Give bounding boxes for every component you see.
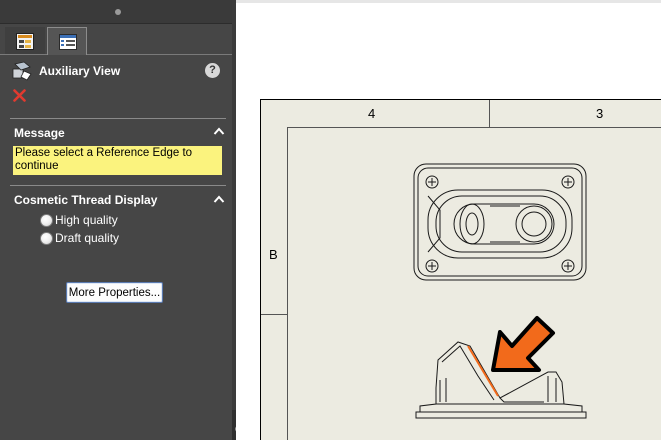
message-group-title: Message: [14, 126, 65, 140]
graphics-top-strip: [236, 0, 661, 3]
cosmetic-thread-group-title: Cosmetic Thread Display: [14, 193, 158, 207]
drawing-views: [413, 163, 587, 419]
page-title: Auxiliary View: [39, 64, 121, 78]
radio-label: Draft quality: [55, 231, 120, 245]
cancel-close-icon[interactable]: [13, 89, 26, 102]
chevron-up-icon[interactable]: [213, 126, 225, 136]
tab-propertymanager[interactable]: [47, 27, 87, 55]
divider: [10, 118, 226, 119]
tab-featuremanager[interactable]: [5, 27, 45, 54]
radio-button[interactable]: [40, 232, 53, 245]
divider: [10, 185, 226, 186]
panel-grip-icon[interactable]: [115, 9, 121, 15]
message-box: Please select a Reference Edge to contin…: [13, 146, 222, 175]
auxiliary-view-icon: [12, 61, 32, 81]
property-manager-icon: [59, 34, 77, 50]
property-manager-panel: Auxiliary View ? Message Please select a…: [0, 0, 236, 440]
callout-arrow-icon: [491, 316, 555, 372]
more-properties-button[interactable]: More Properties...: [66, 282, 163, 303]
radio-label: High quality: [55, 213, 118, 227]
chevron-up-icon[interactable]: [213, 194, 225, 204]
help-icon[interactable]: ?: [205, 63, 220, 78]
feature-tree-icon: [16, 33, 34, 50]
panel-tabs: [0, 24, 236, 55]
panel-top-bar: [0, 0, 236, 24]
top-view[interactable]: [413, 163, 587, 281]
radio-button[interactable]: [40, 214, 53, 227]
